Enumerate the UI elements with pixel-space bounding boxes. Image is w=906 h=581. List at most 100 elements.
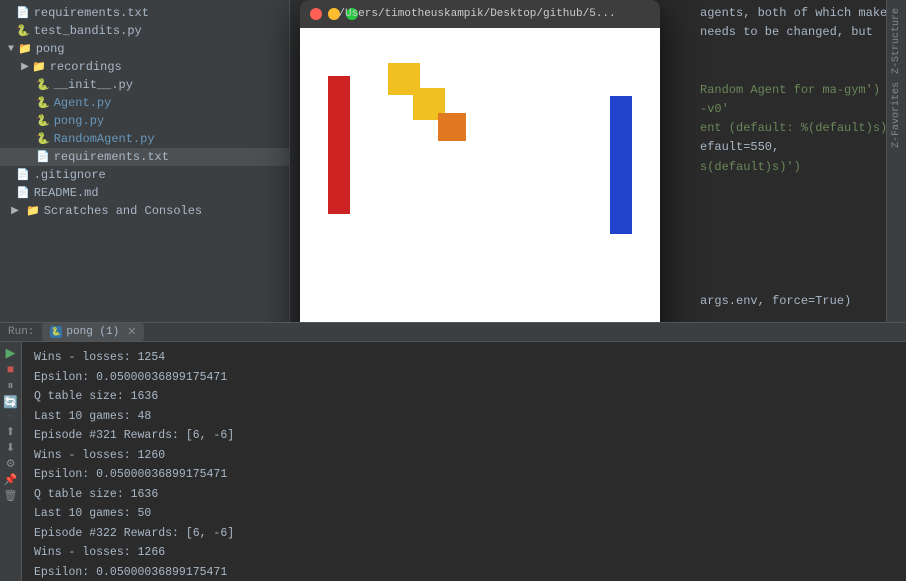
expand-arrow: ▶: [8, 205, 22, 217]
file-item-agent[interactable]: 🐍 Agent.py: [0, 94, 289, 112]
content-area: 9 10 11 12 13 14 15 16 17 18 19 20 21 22…: [290, 0, 886, 322]
folder-item-recordings[interactable]: ▶ 📁 recordings: [0, 58, 289, 76]
file-label: requirements.txt: [54, 150, 169, 164]
console-line: Q table size: 1636: [34, 485, 894, 505]
trash-icon[interactable]: 🗑: [4, 489, 18, 503]
console-line: Last 10 games: 50: [34, 504, 894, 524]
code-line: [700, 196, 886, 215]
code-line: efault=550,: [700, 138, 886, 157]
ball-3: [438, 113, 466, 141]
file-item-init[interactable]: 🐍 __init__.py: [0, 76, 289, 94]
pong-titlebar: /Users/timotheuskampik/Desktop/github/5.…: [300, 0, 660, 28]
code-line: [700, 253, 886, 272]
code-line: args.env, force=True): [700, 292, 886, 311]
file-tree: 📄 requirements.txt 🐍 test_bandits.py ▼ 📁…: [0, 0, 289, 322]
close-tab-icon[interactable]: ✕: [127, 325, 136, 339]
file-icon: 📄: [16, 186, 30, 200]
folder-label: pong: [36, 42, 65, 56]
left-paddle: [328, 76, 350, 214]
stop-icon[interactable]: ■: [7, 363, 14, 377]
python-icon: 🐍: [16, 24, 30, 38]
python-icon: 🐍: [36, 96, 50, 110]
python-icon: 🐍: [36, 78, 50, 92]
file-icon: 📄: [36, 150, 50, 164]
scratches-label: Scratches and Consoles: [44, 204, 202, 218]
run-label: Run:: [8, 326, 34, 338]
python-icon: 🐍: [36, 132, 50, 146]
file-label: RandomAgent.py: [54, 132, 155, 146]
file-label: pong.py: [54, 114, 104, 128]
file-item-random-agent[interactable]: 🐍 RandomAgent.py: [0, 130, 289, 148]
folder-icon: 📁: [32, 60, 46, 74]
file-item-requirements[interactable]: 📄 requirements.txt: [0, 148, 289, 166]
scratches-item[interactable]: ▶ 📁 Scratches and Consoles: [0, 202, 289, 220]
code-line: agents, both of which make: [700, 4, 886, 23]
run-icon[interactable]: ▶: [6, 346, 16, 361]
code-line: [700, 42, 886, 61]
code-line: needs to be changed, but: [700, 23, 886, 42]
z-structure-label[interactable]: Z-Structure: [891, 8, 902, 74]
sidebar: 📄 requirements.txt 🐍 test_bandits.py ▼ 📁…: [0, 0, 290, 322]
panel-content: ▶ ■ ⏸ 🔄 ─ ⬆ ⬇ ⚙ 📌 🗑 Wins - losses: 1254 …: [0, 342, 906, 581]
folder-label: recordings: [50, 60, 122, 74]
bottom-panel: Run: 🐍 pong (1) ✕ ▶ ■ ⏸ 🔄 ─ ⬆ ⬇ ⚙ 📌 🗑 Wi…: [0, 322, 906, 562]
file-item-readme[interactable]: 📄 README.md: [0, 184, 289, 202]
code-line: Random Agent for ma-gym'): [700, 81, 886, 100]
right-paddle: [610, 96, 632, 234]
file-label: .gitignore: [34, 168, 106, 182]
file-item-requirements-top[interactable]: 📄 requirements.txt: [0, 4, 289, 22]
console-line: Episode #321 Rewards: [6, -6]: [34, 426, 894, 446]
rerun-icon[interactable]: 🔄: [3, 395, 18, 410]
pin-icon[interactable]: 📌: [4, 473, 18, 487]
expand-arrow: ▶: [18, 61, 32, 73]
console-line: Epsilon: 0.05000036899175471: [34, 368, 894, 388]
code-line: [700, 62, 886, 81]
pong-window[interactable]: /Users/timotheuskampik/Desktop/github/5.…: [300, 0, 660, 322]
python-icon: 🐍: [36, 114, 50, 128]
console-line: Epsilon: 0.05000036899175471: [34, 563, 894, 581]
console-line: Wins - losses: 1260: [34, 446, 894, 466]
run-tab-label: pong (1): [66, 326, 119, 338]
pong-canvas: [300, 28, 660, 322]
code-line: [700, 215, 886, 234]
right-panel-strip: Z-Structure Z-Favorites: [886, 0, 906, 322]
file-item-gitignore[interactable]: 📄 .gitignore: [0, 166, 289, 184]
settings-icon[interactable]: ⚙: [6, 457, 16, 471]
file-label: Agent.py: [54, 96, 112, 110]
code-line: [700, 177, 886, 196]
console-line: Episode #322 Rewards: [6, -6]: [34, 524, 894, 544]
main-area: 📄 requirements.txt 🐍 test_bandits.py ▼ 📁…: [0, 0, 906, 322]
window-title: /Users/timotheuskampik/Desktop/github/5.…: [304, 8, 650, 20]
file-item-test-bandits[interactable]: 🐍 test_bandits.py: [0, 22, 289, 40]
console-line: Wins - losses: 1266: [34, 543, 894, 563]
console-line: Wins - losses: 1254: [34, 348, 894, 368]
console-line: Epsilon: 0.05000036899175471: [34, 465, 894, 485]
file-label: __init__.py: [54, 78, 133, 92]
code-line: ent (default: %(default)s)': [700, 119, 886, 138]
folder-item-pong[interactable]: ▼ 📁 pong: [0, 40, 289, 58]
scroll-up-icon[interactable]: ⬆: [6, 425, 15, 439]
run-tab[interactable]: 🐍 pong (1) ✕: [42, 323, 144, 341]
scratches-icon: 📁: [26, 204, 40, 218]
scroll-down-icon[interactable]: ⬇: [6, 441, 15, 455]
file-label: requirements.txt: [34, 6, 149, 20]
console-line: Q table size: 1636: [34, 387, 894, 407]
file-label: test_bandits.py: [34, 24, 142, 38]
code-line: [700, 234, 886, 253]
expand-arrow: ▼: [4, 44, 18, 55]
code-line: [700, 311, 886, 322]
z-favorites-label[interactable]: Z-Favorites: [891, 82, 902, 148]
code-line: [700, 273, 886, 292]
run-tab-bar: Run: 🐍 pong (1) ✕: [0, 323, 906, 342]
code-line: s(default)s)'): [700, 158, 886, 177]
console-line: Last 10 games: 48: [34, 407, 894, 427]
folder-icon: 📁: [18, 42, 32, 56]
file-label: README.md: [34, 186, 99, 200]
console-output: Wins - losses: 1254 Epsilon: 0.050000368…: [22, 342, 906, 581]
file-item-pong-py[interactable]: 🐍 pong.py: [0, 112, 289, 130]
code-line: -v0': [700, 100, 886, 119]
python-icon: 🐍: [50, 326, 62, 338]
pause-icon[interactable]: ⏸: [7, 379, 13, 393]
file-icon: 📄: [16, 6, 30, 20]
file-icon: 📄: [16, 168, 30, 182]
